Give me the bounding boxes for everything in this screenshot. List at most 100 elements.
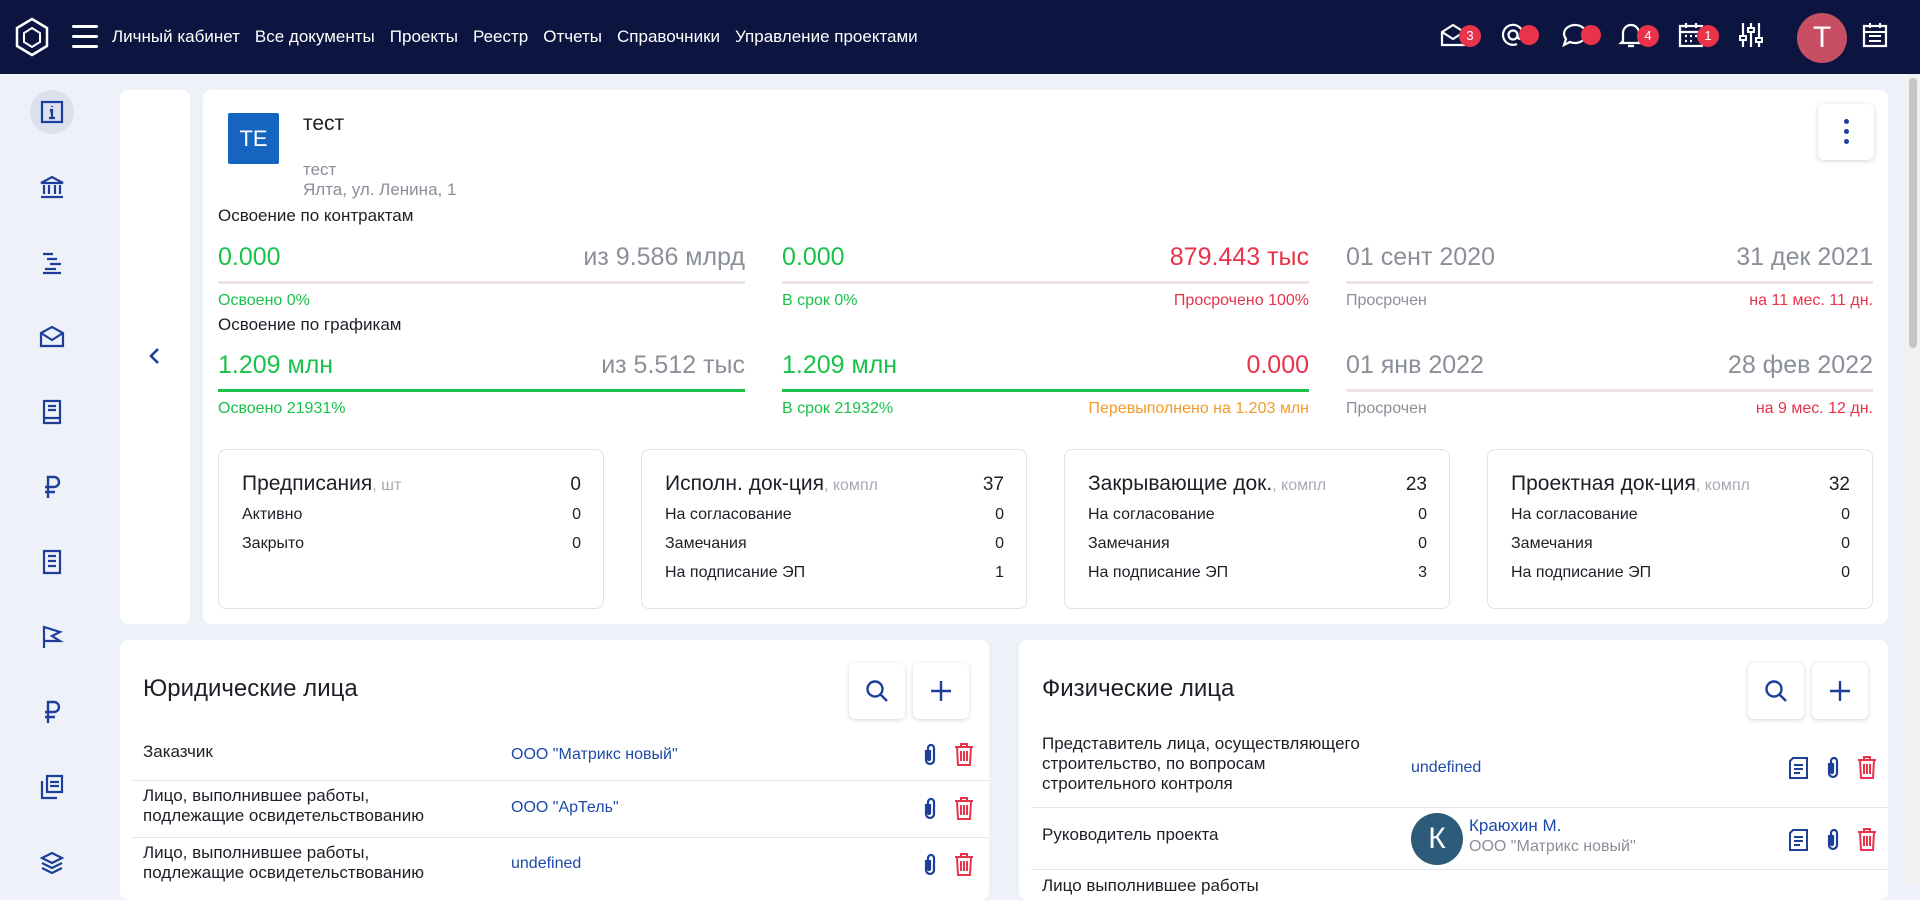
paperclip-icon[interactable] xyxy=(1820,754,1846,780)
schedules-dates-bar xyxy=(1346,389,1873,392)
sidebar-item-mail[interactable] xyxy=(30,315,74,359)
person-organization: ООО "Матрикс новый" xyxy=(1469,838,1636,855)
paperclip-icon[interactable] xyxy=(917,851,943,877)
nav-item-cabinet[interactable]: Личный кабинет xyxy=(112,27,240,47)
sidebar-item-journal[interactable] xyxy=(30,390,74,434)
role-label: Заказчик xyxy=(143,742,213,761)
sidebar-item-finance[interactable] xyxy=(30,465,74,509)
organization-link[interactable]: ООО "АрТель" xyxy=(511,799,619,817)
physical-search-button[interactable] xyxy=(1748,663,1804,719)
stat-card-prescriptions[interactable]: Предписания, шт 0 Активно 0 Закрыто 0 xyxy=(218,449,604,609)
plus-icon xyxy=(931,681,951,701)
table-row: Лицо выполнившее работы xyxy=(1031,870,1888,900)
chevron-left-icon[interactable] xyxy=(145,346,165,366)
sidebar-item-layers[interactable] xyxy=(30,840,74,884)
bell-badge: 4 xyxy=(1637,25,1659,47)
mail-badge: 3 xyxy=(1459,25,1481,47)
nav-item-directories[interactable]: Справочники xyxy=(617,27,720,47)
contracts-ontime-value: 0.000 xyxy=(782,243,845,271)
sidebar-item-documents[interactable] xyxy=(30,540,74,584)
paperclip-icon[interactable] xyxy=(917,795,943,821)
physical-add-button[interactable] xyxy=(1812,663,1868,719)
stat-row: Замечания 0 xyxy=(1511,535,1850,552)
person-avatar: К xyxy=(1411,813,1463,865)
document-icon[interactable] xyxy=(1786,754,1812,780)
stat-card-executive-docs[interactable]: Исполн. док-ция, компл 37 На согласовани… xyxy=(641,449,1027,609)
trash-icon[interactable] xyxy=(951,741,977,767)
sidebar-item-milestones[interactable] xyxy=(30,615,74,659)
back-panel[interactable] xyxy=(120,90,190,624)
layers-icon xyxy=(39,851,65,875)
physical-persons-panel: Физические лица Представитель лица, осущ… xyxy=(1019,640,1888,900)
chat-badge xyxy=(1581,25,1601,45)
sidebar-item-info[interactable] xyxy=(30,90,74,134)
sidebar-item-payments[interactable] xyxy=(30,690,74,734)
stat-title: Исполн. док-ция, компл xyxy=(665,472,878,495)
ruble-icon xyxy=(45,475,61,498)
schedules-overdue-value: 0.000 xyxy=(1246,351,1309,379)
nav-item-project-management[interactable]: Управление проектами xyxy=(735,27,918,47)
legal-search-button[interactable] xyxy=(849,663,905,719)
table-row: Представитель лица, осуществляющего стро… xyxy=(1031,729,1888,808)
bell-icon[interactable]: 4 xyxy=(1616,20,1659,54)
stat-row: Закрыто 0 xyxy=(242,535,581,552)
nav-item-all-documents[interactable]: Все документы xyxy=(255,27,375,47)
ruble-icon xyxy=(45,700,61,723)
schedules-start-date: 01 янв 2022 xyxy=(1346,351,1484,379)
contracts-overdue-value: 879.443 тыс xyxy=(1169,243,1309,271)
sidebar-item-bank[interactable] xyxy=(30,165,74,209)
stat-total: 32 xyxy=(1828,474,1850,495)
table-row: Лицо, выполнившее работы, подлежащие осв… xyxy=(132,838,989,895)
nav-item-projects[interactable]: Проекты xyxy=(390,27,458,47)
stat-row: Активно 0 xyxy=(242,506,581,523)
project-card: ТЕ тест тест Ялта, ул. Ленина, 1 Освоени… xyxy=(203,90,1888,624)
nav-item-registry[interactable]: Реестр xyxy=(473,27,528,47)
stat-title: Предписания, шт xyxy=(242,472,402,495)
organization-link[interactable]: undefined xyxy=(511,855,581,873)
row-actions xyxy=(917,795,977,821)
stat-title: Закрывающие док., компл xyxy=(1088,472,1327,495)
stat-card-closing-docs[interactable]: Закрывающие док., компл 23 На согласован… xyxy=(1064,449,1450,609)
trash-icon[interactable] xyxy=(1854,754,1880,780)
app-logo-icon[interactable] xyxy=(14,17,50,57)
organization-link[interactable]: ООО "Матрикс новый" xyxy=(511,746,678,764)
project-subtitle: тест Ялта, ул. Ленина, 1 xyxy=(303,160,456,200)
mail-icon[interactable]: 3 xyxy=(1438,20,1481,54)
flag-icon xyxy=(42,625,64,648)
sidebar-item-copies[interactable] xyxy=(30,765,74,809)
more-menu-button[interactable] xyxy=(1818,104,1874,160)
settings-sliders-icon[interactable] xyxy=(1736,20,1770,54)
trash-icon[interactable] xyxy=(951,795,977,821)
journal-icon xyxy=(42,399,62,425)
project-description: тест xyxy=(303,160,337,179)
legal-add-button[interactable] xyxy=(913,663,969,719)
person-link[interactable]: undefined xyxy=(1411,759,1481,777)
stat-row: На согласование 0 xyxy=(1088,506,1427,523)
trash-icon[interactable] xyxy=(951,851,977,877)
stat-card-project-docs[interactable]: Проектная док-ция, компл 32 На согласова… xyxy=(1487,449,1873,609)
paperclip-icon[interactable] xyxy=(1820,826,1846,852)
nav-item-reports[interactable]: Отчеты xyxy=(543,27,602,47)
contracts-delay: на 11 мес. 11 дн. xyxy=(1749,292,1873,309)
paperclip-icon[interactable] xyxy=(917,741,943,767)
stat-row: Замечания 0 xyxy=(665,535,1004,552)
calendar-tasks-icon[interactable]: 1 xyxy=(1676,20,1719,54)
role-label: Руководитель проекта xyxy=(1042,825,1219,844)
copy-icon xyxy=(40,774,64,800)
mention-icon[interactable] xyxy=(1498,20,1539,54)
user-avatar[interactable]: Т xyxy=(1797,13,1847,63)
page-scrollbar[interactable] xyxy=(1906,74,1920,885)
row-actions xyxy=(917,741,977,767)
calendar-icon[interactable] xyxy=(1860,20,1894,54)
chat-icon[interactable] xyxy=(1560,20,1601,54)
legal-entities-panel: Юридические лица Заказчик ООО "Матрикс н… xyxy=(120,640,989,900)
trash-icon[interactable] xyxy=(1854,826,1880,852)
project-address: Ялта, ул. Ленина, 1 xyxy=(303,180,457,199)
schedules-ontime-value: 1.209 млн xyxy=(782,351,898,379)
sidebar-item-gantt[interactable] xyxy=(30,240,74,284)
schedules-delay: на 9 мес. 12 дн. xyxy=(1755,400,1873,417)
stat-row: Замечания 0 xyxy=(1088,535,1427,552)
document-icon[interactable] xyxy=(1786,826,1812,852)
person-link[interactable]: Краюхин М. xyxy=(1469,816,1561,836)
menu-icon[interactable] xyxy=(72,25,98,49)
